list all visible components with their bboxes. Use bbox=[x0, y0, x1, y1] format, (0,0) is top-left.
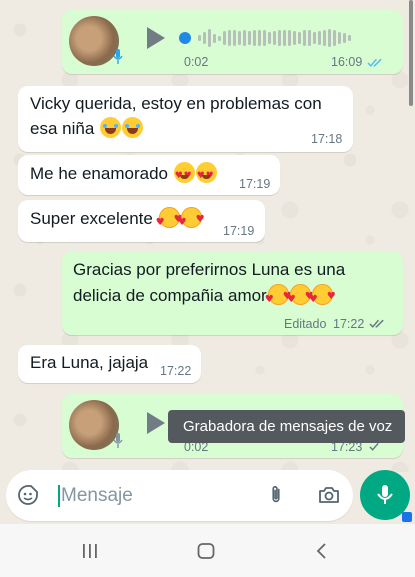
mic-icon bbox=[377, 485, 393, 504]
voice-avatar bbox=[69, 400, 119, 450]
camera-icon[interactable] bbox=[317, 483, 341, 507]
edited-label: Editado bbox=[284, 317, 327, 331]
rolling-laughing-emoji-icon bbox=[100, 117, 122, 138]
message-text: Super excelente bbox=[30, 206, 205, 235]
message-incoming[interactable]: Super excelente 17:19 bbox=[18, 200, 265, 242]
read-ticks-icon bbox=[369, 319, 384, 328]
play-icon[interactable] bbox=[147, 412, 165, 434]
home-icon[interactable] bbox=[196, 541, 216, 561]
voice-recorder-tooltip: Grabadora de mensajes de voz bbox=[168, 410, 405, 443]
heart-eyes-emoji-icon bbox=[173, 162, 195, 189]
heart-eyes-emoji-icon bbox=[195, 162, 217, 189]
read-ticks-icon bbox=[367, 58, 382, 67]
voice-avatar bbox=[69, 16, 119, 66]
smiling-hearts-emoji-icon bbox=[178, 207, 205, 235]
notification-badge bbox=[402, 512, 412, 522]
back-icon[interactable] bbox=[312, 541, 332, 561]
play-icon[interactable] bbox=[147, 27, 165, 49]
system-navigation-bar bbox=[0, 524, 415, 577]
waveform[interactable] bbox=[198, 27, 351, 49]
message-text: Me he enamorado bbox=[30, 161, 217, 189]
chat-area: 0:02 16:09 Vicky querida, estoy en probl… bbox=[0, 0, 415, 472]
playback-position[interactable] bbox=[179, 32, 191, 44]
message-time: 17:22 bbox=[333, 317, 365, 331]
message-time: 16:09 bbox=[331, 55, 363, 69]
message-text: Vicky querida, estoy en problemas con es… bbox=[30, 94, 322, 138]
smiling-hearts-emoji-icon bbox=[309, 284, 336, 313]
recents-icon[interactable] bbox=[80, 541, 100, 561]
smiling-hearts-emoji-icon bbox=[265, 284, 292, 313]
rolling-laughing-emoji-icon bbox=[122, 117, 144, 138]
message-incoming[interactable]: Era Luna, jajaja 17:22 bbox=[18, 345, 201, 383]
message-time: 17:19 bbox=[239, 177, 271, 191]
message-time: 17:18 bbox=[311, 132, 343, 146]
voice-mic-icon bbox=[113, 49, 123, 64]
voice-message[interactable]: 0:02 16:09 bbox=[62, 10, 403, 74]
message-text: Era Luna, jajaja bbox=[30, 353, 149, 372]
message-incoming[interactable]: Vicky querida, estoy en problemas con es… bbox=[18, 86, 353, 152]
message-time: 17:19 bbox=[223, 224, 255, 238]
message-outgoing[interactable]: Gracias por preferirnos Luna es una deli… bbox=[62, 251, 403, 335]
message-time: 17:22 bbox=[160, 364, 192, 378]
message-input[interactable]: Mensaje bbox=[58, 485, 133, 507]
message-text: Gracias por preferirnos Luna es una deli… bbox=[73, 257, 398, 313]
attach-icon[interactable] bbox=[265, 482, 287, 508]
message-incoming[interactable]: Me he enamorado 17:19 bbox=[18, 155, 280, 195]
smiling-hearts-emoji-icon bbox=[287, 284, 314, 313]
voice-duration: 0:02 bbox=[184, 55, 209, 69]
chat-scrollbar[interactable] bbox=[409, 0, 413, 106]
message-composer[interactable]: Mensaje bbox=[6, 470, 353, 521]
smiling-hearts-emoji-icon bbox=[156, 207, 183, 235]
emoji-icon[interactable] bbox=[16, 483, 40, 507]
voice-mic-icon bbox=[113, 433, 123, 448]
